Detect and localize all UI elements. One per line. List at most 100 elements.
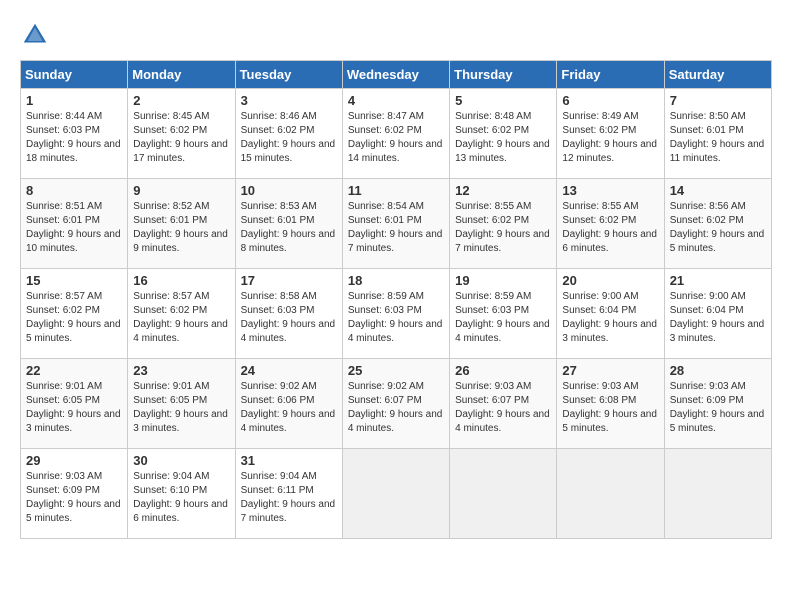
daylight-text: Daylight: 9 hours and 5 minutes. — [670, 229, 765, 254]
calendar-day-cell: 12 Sunrise: 8:55 AM Sunset: 6:02 PM Dayl… — [450, 179, 557, 269]
sunset-text: Sunset: 6:07 PM — [455, 395, 529, 406]
daylight-text: Daylight: 9 hours and 4 minutes. — [133, 319, 228, 344]
day-info: Sunrise: 9:01 AM Sunset: 6:05 PM Dayligh… — [26, 380, 122, 436]
sunset-text: Sunset: 6:10 PM — [133, 485, 207, 496]
day-number: 22 — [26, 363, 122, 378]
day-number: 12 — [455, 183, 551, 198]
calendar-day-cell: 31 Sunrise: 9:04 AM Sunset: 6:11 PM Dayl… — [235, 449, 342, 539]
day-info: Sunrise: 8:59 AM Sunset: 6:03 PM Dayligh… — [455, 290, 551, 346]
daylight-text: Daylight: 9 hours and 14 minutes. — [348, 139, 443, 164]
daylight-text: Daylight: 9 hours and 11 minutes. — [670, 139, 765, 164]
sunrise-text: Sunrise: 8:55 AM — [562, 201, 638, 212]
day-number: 7 — [670, 93, 766, 108]
calendar-header-row: SundayMondayTuesdayWednesdayThursdayFrid… — [21, 61, 772, 89]
day-info: Sunrise: 9:03 AM Sunset: 6:09 PM Dayligh… — [26, 470, 122, 526]
day-info: Sunrise: 8:56 AM Sunset: 6:02 PM Dayligh… — [670, 200, 766, 256]
logo — [20, 20, 54, 50]
day-info: Sunrise: 8:48 AM Sunset: 6:02 PM Dayligh… — [455, 110, 551, 166]
sunset-text: Sunset: 6:03 PM — [348, 305, 422, 316]
calendar-day-cell: 7 Sunrise: 8:50 AM Sunset: 6:01 PM Dayli… — [664, 89, 771, 179]
day-number: 4 — [348, 93, 444, 108]
day-number: 13 — [562, 183, 658, 198]
day-number: 24 — [241, 363, 337, 378]
day-number: 15 — [26, 273, 122, 288]
day-info: Sunrise: 8:44 AM Sunset: 6:03 PM Dayligh… — [26, 110, 122, 166]
daylight-text: Daylight: 9 hours and 3 minutes. — [133, 409, 228, 434]
calendar-day-header: Sunday — [21, 61, 128, 89]
sunrise-text: Sunrise: 8:49 AM — [562, 111, 638, 122]
day-number: 25 — [348, 363, 444, 378]
sunset-text: Sunset: 6:02 PM — [133, 125, 207, 136]
calendar-day-cell: 25 Sunrise: 9:02 AM Sunset: 6:07 PM Dayl… — [342, 359, 449, 449]
day-number: 26 — [455, 363, 551, 378]
sunrise-text: Sunrise: 9:02 AM — [241, 381, 317, 392]
calendar-day-cell: 29 Sunrise: 9:03 AM Sunset: 6:09 PM Dayl… — [21, 449, 128, 539]
sunrise-text: Sunrise: 9:00 AM — [670, 291, 746, 302]
sunset-text: Sunset: 6:04 PM — [562, 305, 636, 316]
day-info: Sunrise: 8:53 AM Sunset: 6:01 PM Dayligh… — [241, 200, 337, 256]
daylight-text: Daylight: 9 hours and 4 minutes. — [455, 319, 550, 344]
calendar-day-cell: 1 Sunrise: 8:44 AM Sunset: 6:03 PM Dayli… — [21, 89, 128, 179]
day-number: 30 — [133, 453, 229, 468]
day-number: 2 — [133, 93, 229, 108]
daylight-text: Daylight: 9 hours and 13 minutes. — [455, 139, 550, 164]
calendar-day-cell: 21 Sunrise: 9:00 AM Sunset: 6:04 PM Dayl… — [664, 269, 771, 359]
calendar-day-header: Friday — [557, 61, 664, 89]
day-number: 14 — [670, 183, 766, 198]
sunrise-text: Sunrise: 8:45 AM — [133, 111, 209, 122]
sunset-text: Sunset: 6:09 PM — [670, 395, 744, 406]
sunrise-text: Sunrise: 9:04 AM — [241, 471, 317, 482]
sunrise-text: Sunrise: 9:00 AM — [562, 291, 638, 302]
day-number: 20 — [562, 273, 658, 288]
sunset-text: Sunset: 6:01 PM — [133, 215, 207, 226]
daylight-text: Daylight: 9 hours and 17 minutes. — [133, 139, 228, 164]
calendar-day-cell: 30 Sunrise: 9:04 AM Sunset: 6:10 PM Dayl… — [128, 449, 235, 539]
calendar-day-cell: 10 Sunrise: 8:53 AM Sunset: 6:01 PM Dayl… — [235, 179, 342, 269]
sunrise-text: Sunrise: 9:03 AM — [455, 381, 531, 392]
sunrise-text: Sunrise: 8:55 AM — [455, 201, 531, 212]
sunset-text: Sunset: 6:07 PM — [348, 395, 422, 406]
sunset-text: Sunset: 6:11 PM — [241, 485, 314, 496]
day-info: Sunrise: 8:50 AM Sunset: 6:01 PM Dayligh… — [670, 110, 766, 166]
daylight-text: Daylight: 9 hours and 18 minutes. — [26, 139, 121, 164]
calendar-day-cell: 27 Sunrise: 9:03 AM Sunset: 6:08 PM Dayl… — [557, 359, 664, 449]
day-info: Sunrise: 8:59 AM Sunset: 6:03 PM Dayligh… — [348, 290, 444, 346]
day-number: 16 — [133, 273, 229, 288]
calendar-day-cell: 18 Sunrise: 8:59 AM Sunset: 6:03 PM Dayl… — [342, 269, 449, 359]
sunrise-text: Sunrise: 8:47 AM — [348, 111, 424, 122]
calendar-day-cell: 9 Sunrise: 8:52 AM Sunset: 6:01 PM Dayli… — [128, 179, 235, 269]
day-info: Sunrise: 9:03 AM Sunset: 6:08 PM Dayligh… — [562, 380, 658, 436]
calendar-day-cell: 2 Sunrise: 8:45 AM Sunset: 6:02 PM Dayli… — [128, 89, 235, 179]
sunset-text: Sunset: 6:04 PM — [670, 305, 744, 316]
daylight-text: Daylight: 9 hours and 4 minutes. — [241, 319, 336, 344]
calendar-day-header: Saturday — [664, 61, 771, 89]
day-number: 9 — [133, 183, 229, 198]
daylight-text: Daylight: 9 hours and 15 minutes. — [241, 139, 336, 164]
sunrise-text: Sunrise: 8:58 AM — [241, 291, 317, 302]
calendar-day-cell: 4 Sunrise: 8:47 AM Sunset: 6:02 PM Dayli… — [342, 89, 449, 179]
sunrise-text: Sunrise: 8:51 AM — [26, 201, 102, 212]
calendar-body: 1 Sunrise: 8:44 AM Sunset: 6:03 PM Dayli… — [21, 89, 772, 539]
day-number: 19 — [455, 273, 551, 288]
sunrise-text: Sunrise: 8:57 AM — [26, 291, 102, 302]
daylight-text: Daylight: 9 hours and 4 minutes. — [241, 409, 336, 434]
sunrise-text: Sunrise: 8:52 AM — [133, 201, 209, 212]
calendar-day-cell: 15 Sunrise: 8:57 AM Sunset: 6:02 PM Dayl… — [21, 269, 128, 359]
sunset-text: Sunset: 6:03 PM — [455, 305, 529, 316]
calendar-week-row: 8 Sunrise: 8:51 AM Sunset: 6:01 PM Dayli… — [21, 179, 772, 269]
day-info: Sunrise: 9:04 AM Sunset: 6:11 PM Dayligh… — [241, 470, 337, 526]
sunset-text: Sunset: 6:05 PM — [133, 395, 207, 406]
sunrise-text: Sunrise: 9:04 AM — [133, 471, 209, 482]
sunrise-text: Sunrise: 8:59 AM — [348, 291, 424, 302]
sunrise-text: Sunrise: 8:59 AM — [455, 291, 531, 302]
sunrise-text: Sunrise: 9:03 AM — [26, 471, 102, 482]
sunset-text: Sunset: 6:01 PM — [670, 125, 744, 136]
sunrise-text: Sunrise: 8:53 AM — [241, 201, 317, 212]
daylight-text: Daylight: 9 hours and 9 minutes. — [133, 229, 228, 254]
sunset-text: Sunset: 6:02 PM — [670, 215, 744, 226]
day-number: 28 — [670, 363, 766, 378]
sunrise-text: Sunrise: 8:48 AM — [455, 111, 531, 122]
day-number: 5 — [455, 93, 551, 108]
day-info: Sunrise: 9:02 AM Sunset: 6:06 PM Dayligh… — [241, 380, 337, 436]
sunrise-text: Sunrise: 9:03 AM — [670, 381, 746, 392]
